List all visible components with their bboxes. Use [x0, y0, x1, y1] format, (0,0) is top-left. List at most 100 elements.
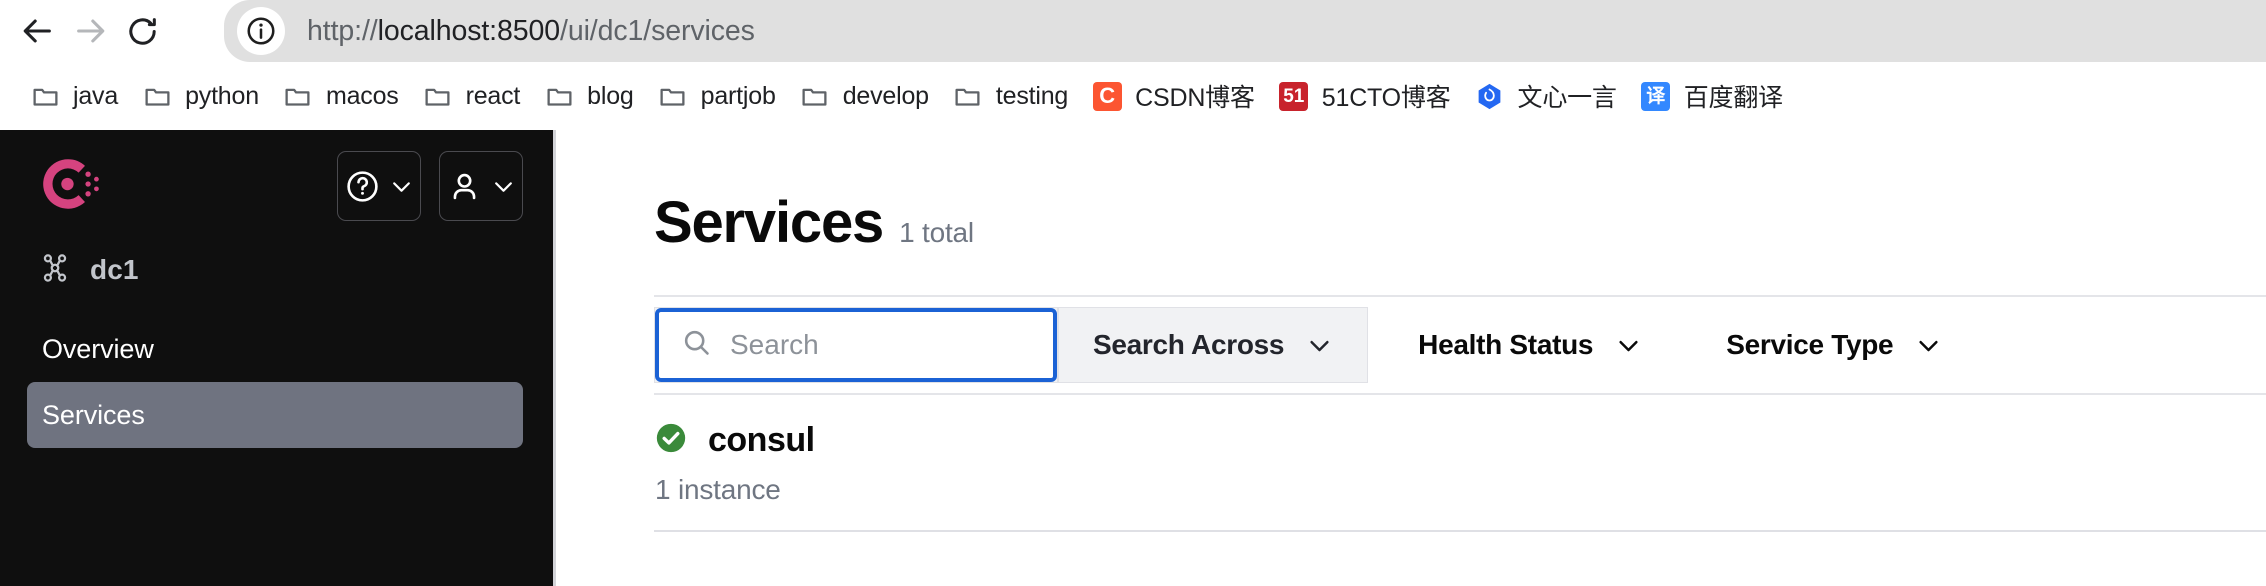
- folder-icon: [953, 81, 983, 111]
- datacenter-label: dc1: [90, 254, 139, 285]
- list-item[interactable]: consul 1 instance: [654, 395, 2266, 532]
- datacenter-selector[interactable]: dc1: [0, 220, 553, 285]
- reload-icon: [128, 17, 156, 45]
- bookmark-label: develop: [842, 81, 929, 110]
- bookmark-label: testing: [995, 81, 1069, 110]
- filter-label: Search Across: [1093, 329, 1285, 360]
- sidebar-nav: Overview Services: [0, 316, 553, 448]
- bookmark-macos[interactable]: macos: [271, 72, 411, 120]
- service-name: consul: [708, 421, 815, 459]
- csdn-icon: C: [1092, 81, 1122, 111]
- network-nodes-icon: [43, 253, 67, 282]
- chevron-down-icon: [1310, 340, 1329, 351]
- service-instance-count: 1 instance: [655, 474, 781, 505]
- sidebar-item-label: Services: [42, 399, 145, 430]
- chevron-down-icon: [1619, 340, 1638, 351]
- sidebar-actions: [337, 151, 523, 221]
- filter-health-status[interactable]: Health Status: [1384, 307, 1676, 383]
- baidu-tile: 译: [1641, 81, 1671, 111]
- folder-icon: [658, 81, 688, 111]
- 51cto-tile: 51: [1279, 81, 1309, 111]
- service-list: consul 1 instance: [654, 393, 2266, 532]
- csdn-tile: C: [1092, 81, 1122, 111]
- back-arrow-icon: [23, 19, 51, 43]
- page-title: Services: [654, 190, 884, 255]
- ernie-diamond-icon: [1478, 83, 1501, 109]
- help-menu-button[interactable]: [337, 151, 421, 221]
- sidebar-item-services[interactable]: Services: [27, 382, 523, 448]
- bookmark-baidu-fanyi[interactable]: 译 百度翻译: [1629, 72, 1795, 120]
- back-button[interactable]: [12, 5, 64, 57]
- bookmark-develop[interactable]: develop: [788, 72, 941, 120]
- filter-service-type[interactable]: Service Type: [1692, 307, 1976, 383]
- filter-label: Service Type: [1726, 329, 1894, 360]
- address-bar[interactable]: http://localhost:8500/ui/dc1/services: [224, 0, 2266, 62]
- bookmark-label: CSDN博客: [1135, 84, 1255, 112]
- health-passing-icon: [656, 423, 686, 453]
- sidebar-item-label: Overview: [42, 333, 154, 364]
- check-circle-icon: [654, 421, 688, 460]
- folder-icon: [423, 81, 453, 111]
- datacenter-icon: [38, 251, 72, 290]
- user-icon: [453, 173, 476, 199]
- sidebar: dc1 Overview Services: [0, 130, 553, 586]
- bookmark-label: react: [465, 81, 521, 110]
- url-scheme: http://: [307, 14, 378, 47]
- bookmark-ernie[interactable]: 文心一言: [1463, 72, 1629, 120]
- bookmark-label: python: [185, 81, 259, 110]
- filter-toolbar: Search Across Health Status Service Type: [654, 295, 2266, 393]
- bookmark-label: 文心一言: [1517, 84, 1617, 112]
- chevron-down-icon: [495, 181, 512, 192]
- site-info-button[interactable]: [237, 7, 285, 55]
- filter-search-across[interactable]: Search Across: [1058, 307, 1369, 383]
- magnifier-icon: [684, 330, 709, 355]
- bookmark-label: macos: [325, 81, 399, 110]
- help-circle-icon: [347, 170, 378, 202]
- chevron-down-icon: [1919, 340, 1938, 351]
- reload-button[interactable]: [116, 5, 168, 57]
- bookmark-blog[interactable]: blog: [532, 72, 645, 120]
- browser-chrome: http://localhost:8500/ui/dc1/services ja…: [0, 0, 2266, 130]
- folder-icon: [544, 81, 574, 111]
- bookmark-csdn[interactable]: C CSDN博客: [1080, 72, 1267, 120]
- url-host: localhost:8500: [377, 14, 561, 47]
- bookmarks-bar: java python macos react blog partjob dev…: [0, 62, 2266, 130]
- services-total-count: 1 total: [899, 217, 974, 248]
- sidebar-item-overview[interactable]: Overview: [27, 316, 523, 382]
- user-menu-button[interactable]: [439, 151, 523, 221]
- bookmark-label: partjob: [700, 81, 776, 110]
- consul-logo-icon: [43, 158, 99, 209]
- page-header: Services 1 total: [556, 130, 2266, 252]
- baidu-fanyi-icon: 译: [1641, 81, 1671, 111]
- bookmark-java[interactable]: java: [18, 72, 130, 120]
- bookmark-partjob[interactable]: partjob: [646, 72, 788, 120]
- bookmark-testing[interactable]: testing: [941, 72, 1080, 120]
- folder-icon: [142, 81, 172, 111]
- forward-arrow-icon: [77, 19, 105, 43]
- bookmark-react[interactable]: react: [411, 72, 533, 120]
- consul-app: dc1 Overview Services Services 1 total S…: [0, 130, 2266, 586]
- bookmark-label: java: [73, 81, 119, 110]
- bookmark-51cto[interactable]: 51 51CTO博客: [1267, 72, 1463, 120]
- main-content: Services 1 total Search Across: [553, 130, 2266, 586]
- folder-icon: [283, 81, 313, 111]
- url-path: /ui/dc1/services: [560, 14, 755, 47]
- search-input[interactable]: [730, 329, 1030, 361]
- bookmark-python[interactable]: python: [130, 72, 271, 120]
- info-icon: [247, 17, 275, 45]
- sidebar-header: [0, 130, 553, 222]
- folder-icon: [30, 81, 60, 111]
- browser-nav-bar: http://localhost:8500/ui/dc1/services: [0, 0, 2266, 62]
- search-icon: [681, 327, 712, 363]
- filter-label: Health Status: [1418, 329, 1594, 360]
- folder-icon: [800, 81, 830, 111]
- search-field[interactable]: [655, 308, 1057, 382]
- search-container: [654, 307, 1058, 383]
- url-text: http://localhost:8500/ui/dc1/services: [307, 15, 755, 48]
- consul-logo[interactable]: [36, 151, 102, 222]
- chevron-down-icon: [393, 181, 410, 192]
- bookmark-label: 百度翻译: [1683, 84, 1783, 112]
- forward-button[interactable]: [64, 5, 116, 57]
- 51cto-icon: 51: [1279, 81, 1309, 111]
- bookmark-label: 51CTO博客: [1321, 84, 1451, 112]
